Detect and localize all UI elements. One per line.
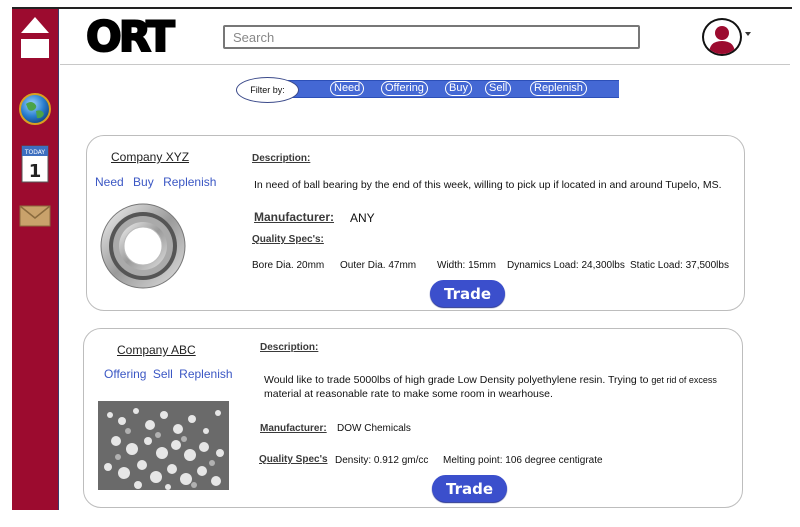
manufacturer-value: DOW Chemicals <box>337 423 411 434</box>
quality-spec-label: Quality Spec's <box>259 454 328 465</box>
resin-pellets-image <box>98 401 229 490</box>
manufacturer-label: Manufacturer: <box>260 423 327 434</box>
spec-density: Density: 0.912 gm/cc <box>335 455 429 466</box>
quality-spec-label: Quality Spec's: <box>252 234 324 245</box>
filter-replenish-button[interactable]: Replenish <box>530 81 587 96</box>
action-replenish-link[interactable]: Replenish <box>163 175 216 189</box>
calendar-day: 1 <box>29 161 42 182</box>
spec-outer-dia: Outer Dia. 47mm <box>340 260 417 271</box>
listing-card: Company ABC Offering Sell Replenish Desc… <box>83 328 743 508</box>
header-divider <box>60 64 790 65</box>
mail-icon[interactable] <box>18 205 52 227</box>
listing-card: Company XYZ Need Buy Replenish Descripti… <box>86 135 745 311</box>
spec-dynamics-load: Dynamics Load: 24,300lbs <box>507 260 625 271</box>
trade-button[interactable]: Trade <box>432 475 507 502</box>
company-name[interactable]: Company ABC <box>117 343 196 357</box>
ball-bearing-image <box>99 202 187 290</box>
spec-melting-point: Melting point: 106 degree centigrate <box>443 455 603 466</box>
app-logo[interactable]: ORT <box>85 13 176 61</box>
calendar-icon[interactable]: TODAY 1 <box>18 145 52 183</box>
chevron-down-icon[interactable] <box>745 32 751 36</box>
sidebar: TODAY 1 <box>12 9 59 510</box>
user-avatar-icon[interactable] <box>702 18 742 56</box>
spec-bore-dia: Bore Dia. 20mm <box>252 260 325 271</box>
app-window: TODAY 1 ORT Filter by: Need Offering Buy… <box>0 0 800 527</box>
action-replenish-link[interactable]: Replenish <box>179 367 232 381</box>
trade-button[interactable]: Trade <box>430 280 505 307</box>
action-need-link[interactable]: Need <box>95 175 124 189</box>
manufacturer-label: Manufacturer: <box>254 210 335 224</box>
filter-buy-button[interactable]: Buy <box>445 81 472 96</box>
manufacturer-value: ANY <box>350 211 375 225</box>
description-line-2: material at reasonable rate to make some… <box>264 388 553 400</box>
action-buy-link[interactable]: Buy <box>133 175 154 189</box>
globe-icon[interactable] <box>18 92 52 126</box>
description-line-1-small: get rid of excess <box>651 375 717 385</box>
description-line-1-text: Would like to trade 5000lbs of high grad… <box>264 374 649 386</box>
spec-static-load: Static Load: 37,500lbs <box>630 260 729 271</box>
listing-actions: Need Buy Replenish <box>95 175 222 189</box>
top-border <box>12 7 792 9</box>
home-icon[interactable] <box>18 16 52 60</box>
spec-width: Width: 15mm <box>437 260 496 271</box>
listing-actions: Offering Sell Replenish <box>104 367 239 381</box>
description-label: Description: <box>260 342 319 353</box>
action-sell-link[interactable]: Sell <box>153 367 173 381</box>
search-input[interactable] <box>223 25 640 49</box>
description-text: In need of ball bearing by the end of th… <box>254 179 722 191</box>
calendar-label: TODAY <box>24 149 46 156</box>
action-offering-link[interactable]: Offering <box>104 367 146 381</box>
filter-bar: Filter by: Need Offering Buy Sell Replen… <box>236 77 619 103</box>
filter-sell-button[interactable]: Sell <box>485 81 512 96</box>
filter-offering-button[interactable]: Offering <box>381 81 428 96</box>
company-name[interactable]: Company XYZ <box>111 150 189 164</box>
description-line-1: Would like to trade 5000lbs of high grad… <box>264 374 717 386</box>
description-label: Description: <box>252 153 311 164</box>
filter-need-button[interactable]: Need <box>330 81 365 96</box>
filter-label: Filter by: <box>236 77 299 103</box>
